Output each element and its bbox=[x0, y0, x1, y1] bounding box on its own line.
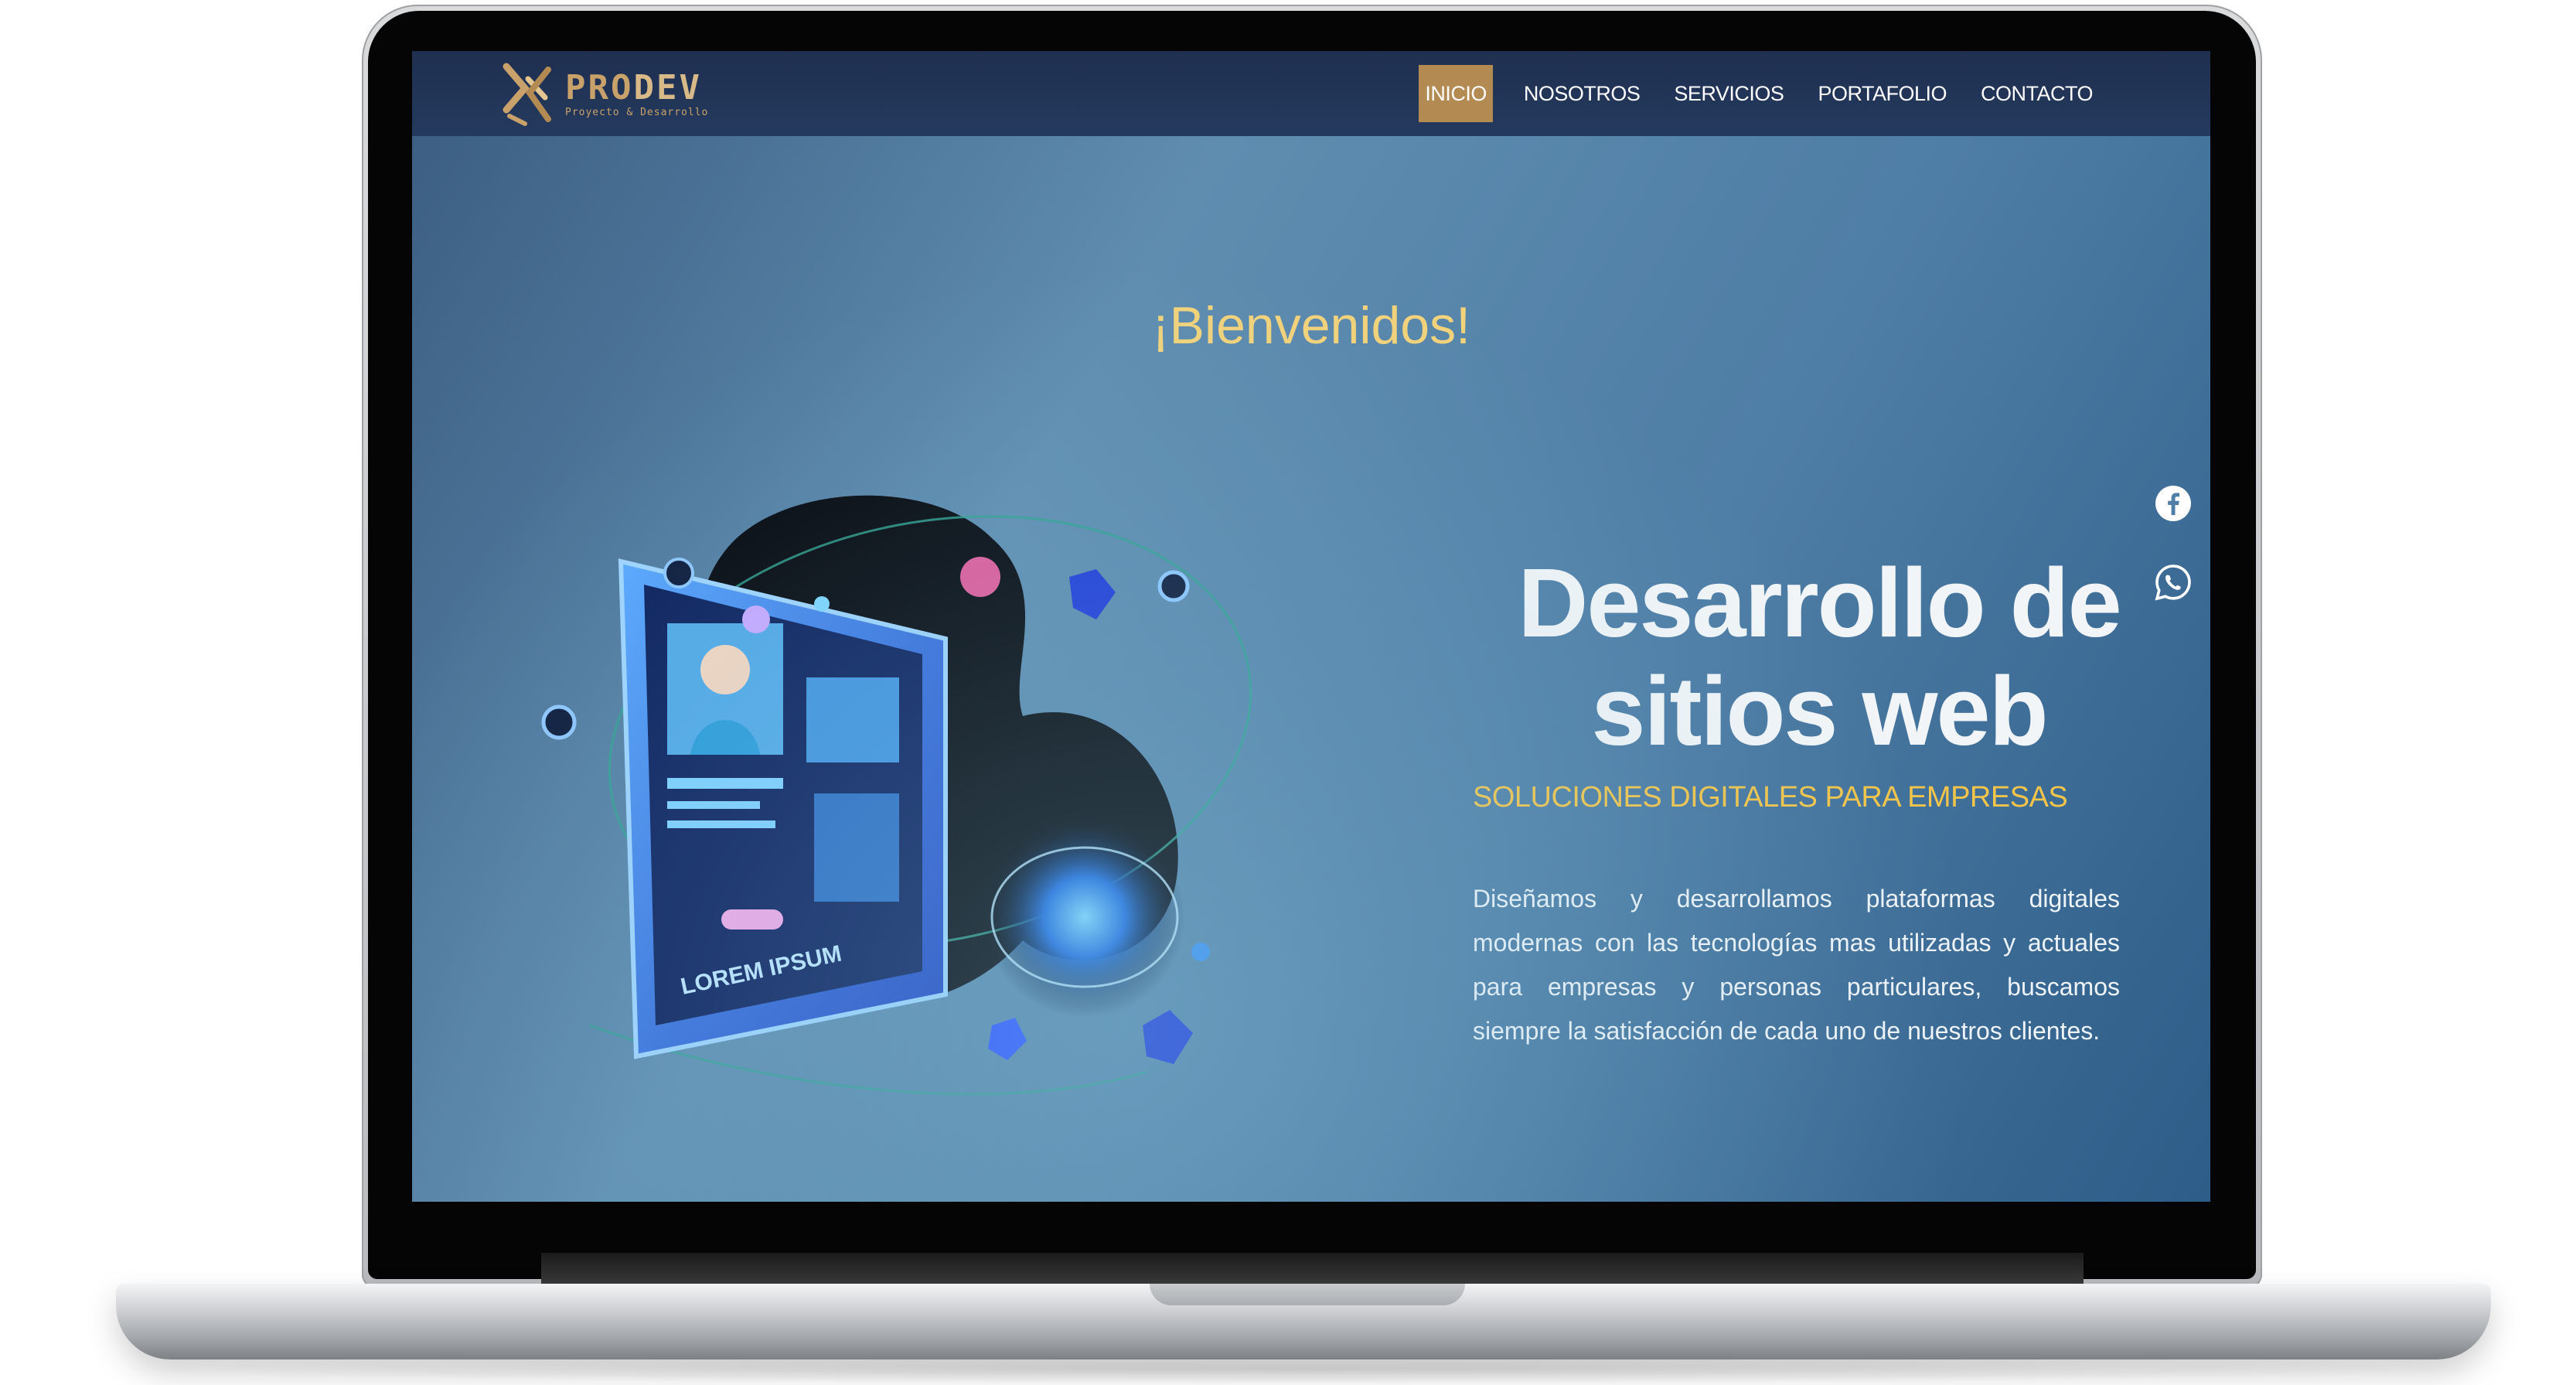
welcome-heading: ¡Bienvenidos! bbox=[1151, 296, 1471, 356]
navbar: PRODEV Proyecto & Desarrollo INICIO NOSO… bbox=[412, 51, 2210, 136]
prodev-logo-icon bbox=[503, 63, 551, 126]
hero-illustration: LOREM IPSUM bbox=[541, 495, 1252, 1096]
hero-title: Desarrollo de sitios web bbox=[1518, 548, 2121, 766]
brand-name-pro: PRO bbox=[565, 67, 634, 107]
hero-subtitle: SOLUCIONES DIGITALES PARA EMPRESAS bbox=[1473, 781, 2068, 814]
nav-item-servicios[interactable]: SERVICIOS bbox=[1657, 65, 1801, 122]
hero-description: Diseñamos y desarrollamos plataformas di… bbox=[1473, 885, 2120, 1045]
nav-item-nosotros[interactable]: NOSOTROS bbox=[1507, 65, 1658, 122]
nav-item-contacto[interactable]: CONTACTO bbox=[1964, 65, 2110, 122]
whatsapp-icon[interactable] bbox=[2154, 563, 2193, 602]
laptop-hinge bbox=[541, 1253, 2084, 1284]
brand-name: PRODEV bbox=[565, 67, 708, 107]
brand-tagline: Proyecto & Desarrollo bbox=[565, 106, 709, 118]
main-nav: INICIO NOSOTROS SERVICIOS PORTAFOLIO CON… bbox=[1419, 51, 2110, 136]
laptop-notch bbox=[1150, 1284, 1465, 1305]
brand-name-dev: DEV bbox=[633, 67, 702, 107]
nav-item-inicio[interactable]: INICIO bbox=[1419, 65, 1493, 122]
facebook-icon[interactable] bbox=[2154, 484, 2193, 523]
website-screen: PRODEV Proyecto & Desarrollo INICIO NOSO… bbox=[412, 51, 2210, 1202]
brand-logo[interactable]: PRODEV Proyecto & Desarrollo bbox=[499, 62, 708, 127]
nav-item-portafolio[interactable]: PORTAFOLIO bbox=[1801, 65, 1964, 122]
